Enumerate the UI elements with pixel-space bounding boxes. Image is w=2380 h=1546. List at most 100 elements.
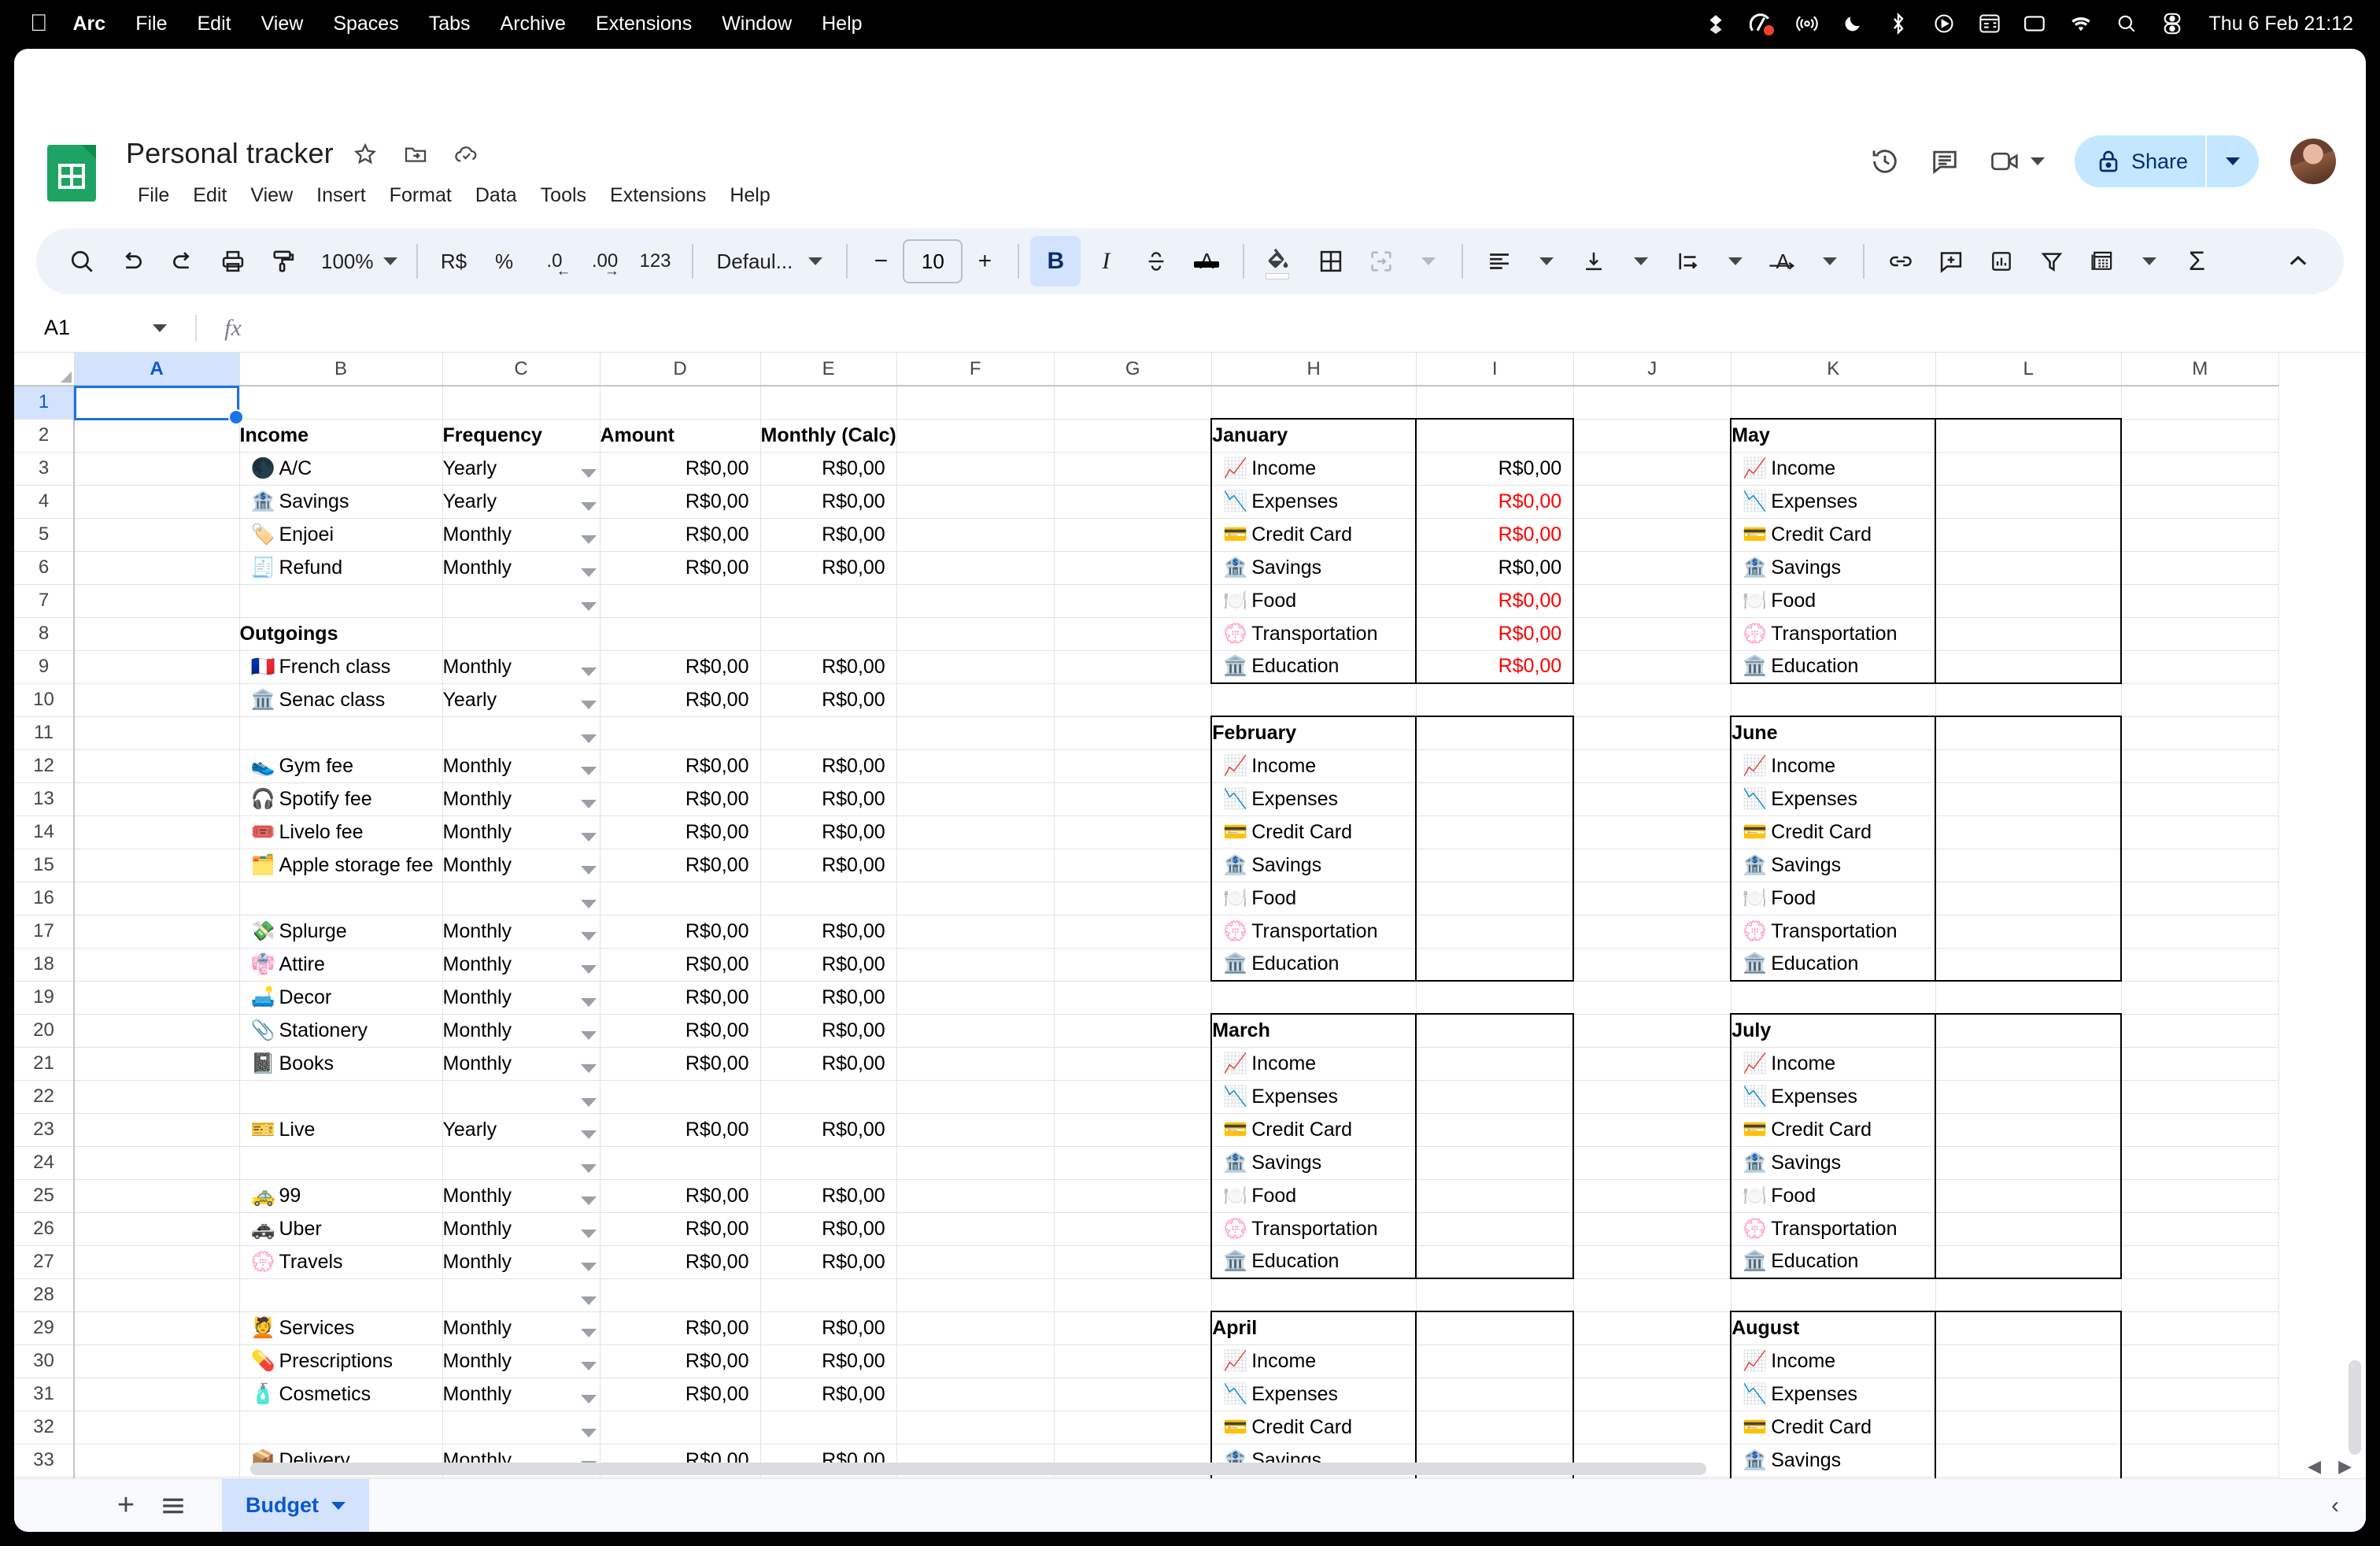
column-header-H[interactable]: H [1211, 353, 1417, 386]
text-color-button[interactable]: A [1181, 236, 1232, 287]
row-header-30[interactable]: 30 [14, 1344, 75, 1378]
cell-J4[interactable] [1573, 485, 1731, 519]
cell-D9[interactable]: R$0,00 [600, 650, 761, 684]
strikethrough-button[interactable] [1131, 236, 1181, 287]
category-value-I16[interactable] [1415, 882, 1575, 915]
category-label-H16[interactable]: 🍽️ Food [1210, 882, 1417, 915]
cell-F18[interactable] [896, 948, 1055, 982]
cell-A28[interactable] [74, 1278, 240, 1312]
spreadsheet-grid[interactable]: A B C D E F G H I J K L M 1 2 Income Frequency Amount Mont… [14, 353, 2366, 1478]
app-menu-edit[interactable]: Edit [181, 181, 238, 210]
cell-B18[interactable]: 👘 Attire [239, 948, 443, 982]
category-label-H23[interactable]: 💳 Credit Card [1210, 1113, 1417, 1147]
cell-D18[interactable]: R$0,00 [600, 948, 761, 982]
row-header-28[interactable]: 28 [14, 1278, 75, 1312]
cell-M17[interactable] [2121, 915, 2279, 949]
cell-M8[interactable] [2121, 617, 2279, 651]
cell-D13[interactable]: R$0,00 [600, 782, 761, 816]
category-label-K30[interactable]: 📈 Income [1730, 1344, 1937, 1378]
star-icon[interactable] [353, 142, 378, 167]
cell-G4[interactable] [1054, 485, 1212, 519]
dropdown-caret-icon[interactable] [580, 1063, 597, 1073]
row-header-20[interactable]: 20 [14, 1014, 75, 1048]
name-box[interactable]: A1 [14, 304, 195, 352]
cell-M33[interactable] [2121, 1444, 2279, 1478]
cell-C31[interactable]: Monthly [442, 1378, 601, 1411]
horizontal-align-icon[interactable] [1474, 236, 1524, 287]
cell-A31[interactable] [74, 1378, 240, 1411]
month-block-title-May[interactable]: May [1730, 418, 1937, 453]
cell-J21[interactable] [1573, 1047, 1731, 1081]
column-header-A[interactable]: A [74, 353, 240, 386]
cell-F24[interactable] [896, 1146, 1055, 1180]
cell-F14[interactable] [896, 816, 1055, 849]
dropdown-caret-icon[interactable] [580, 501, 597, 511]
category-value-I8[interactable]: R$0,00 [1415, 617, 1575, 651]
cell-A18[interactable] [74, 948, 240, 982]
cell-B10[interactable]: 🏛️ Senac class [239, 683, 443, 717]
category-label-K21[interactable]: 📈 Income [1730, 1047, 1937, 1081]
category-label-K14[interactable]: 💳 Credit Card [1730, 816, 1937, 849]
category-value-L3[interactable] [1935, 452, 2123, 486]
cell-D21[interactable]: R$0,00 [600, 1047, 761, 1081]
cell-C21[interactable]: Monthly [442, 1047, 601, 1081]
column-header-M[interactable]: M [2121, 353, 2279, 386]
cell-G9[interactable] [1054, 650, 1212, 684]
category-value-I18[interactable] [1415, 948, 1575, 982]
category-label-H24[interactable]: 🏦 Savings [1210, 1146, 1417, 1180]
column-header-I[interactable]: I [1416, 353, 1574, 386]
cell-B25[interactable]: 🚕 99 [239, 1179, 443, 1213]
category-label-H25[interactable]: 🍽️ Food [1210, 1179, 1417, 1213]
category-value-L7[interactable] [1935, 584, 2123, 618]
cell-H10[interactable] [1211, 683, 1417, 717]
cell-C20[interactable]: Monthly [442, 1014, 601, 1048]
cell-D11[interactable] [600, 716, 761, 750]
cell-F16[interactable] [896, 882, 1055, 915]
cell-F1[interactable] [896, 386, 1055, 420]
menu-extensions[interactable]: Extensions [596, 13, 692, 35]
category-label-H15[interactable]: 🏦 Savings [1210, 849, 1417, 882]
column-header-C[interactable]: C [442, 353, 601, 386]
cell-J23[interactable] [1573, 1113, 1731, 1147]
cell-A8[interactable] [74, 617, 240, 651]
cell-J15[interactable] [1573, 849, 1731, 882]
cell-C9[interactable]: Monthly [442, 650, 601, 684]
category-value-I25[interactable] [1415, 1179, 1575, 1213]
cell-E27[interactable]: R$0,00 [760, 1245, 897, 1279]
cell-D17[interactable]: R$0,00 [600, 915, 761, 949]
add-sheet-button[interactable]: + [102, 1482, 150, 1529]
category-label-K26[interactable]: 💮 Transportation [1730, 1212, 1937, 1246]
column-header-J[interactable]: J [1573, 353, 1731, 386]
row-header-32[interactable]: 32 [14, 1411, 75, 1444]
category-label-K22[interactable]: 📉 Expenses [1730, 1080, 1937, 1114]
category-value-L18[interactable] [1935, 948, 2123, 982]
cell-D25[interactable]: R$0,00 [600, 1179, 761, 1213]
app-menu-file[interactable]: File [126, 181, 181, 210]
cell-G29[interactable] [1054, 1311, 1212, 1345]
dropdown-caret-icon[interactable] [580, 1196, 597, 1205]
comment-icon[interactable] [1930, 146, 1960, 176]
decrease-decimal-button[interactable]: .0 ← [530, 236, 580, 287]
category-value-L26[interactable] [1935, 1212, 2123, 1246]
cell-C27[interactable]: Monthly [442, 1245, 601, 1279]
decrease-font-size-button[interactable]: − [859, 236, 903, 287]
category-label-H3[interactable]: 📈 Income [1210, 452, 1417, 486]
cell-I1[interactable] [1416, 386, 1574, 420]
cell-G19[interactable] [1054, 981, 1212, 1015]
merge-cells-icon[interactable] [1356, 236, 1406, 287]
increase-decimal-button[interactable]: .00 → [580, 236, 630, 287]
cell-F9[interactable] [896, 650, 1055, 684]
row-header-5[interactable]: 5 [14, 518, 75, 552]
column-header-K[interactable]: K [1731, 353, 1936, 386]
month-block-title-June[interactable]: June [1730, 716, 1937, 750]
cell-E13[interactable]: R$0,00 [760, 782, 897, 816]
cell-J20[interactable] [1573, 1014, 1731, 1048]
category-label-K32[interactable]: 💳 Credit Card [1730, 1411, 1937, 1444]
cell-D20[interactable]: R$0,00 [600, 1014, 761, 1048]
dropdown-caret-icon[interactable] [580, 865, 597, 875]
zoom-level-selector[interactable]: 100% [309, 236, 405, 287]
cloud-saved-icon[interactable] [453, 142, 479, 167]
cell-J8[interactable] [1573, 617, 1731, 651]
arc-browser-icon[interactable] [1749, 12, 1774, 35]
dropdown-caret-icon[interactable] [580, 568, 597, 577]
